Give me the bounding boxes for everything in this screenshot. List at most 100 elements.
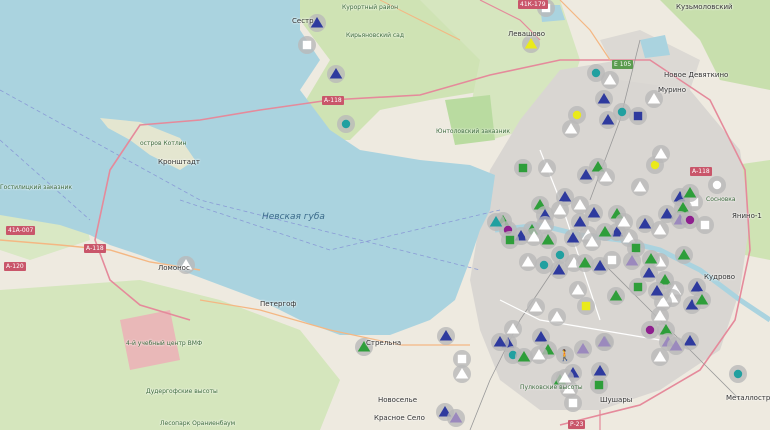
map-marker-white-circle[interactable]: [708, 176, 726, 194]
map-marker-green-triangle[interactable]: [607, 287, 625, 305]
place-label: Курортный район: [342, 4, 399, 11]
map-marker-white-square[interactable]: [564, 394, 582, 412]
place-label: Шушары: [600, 396, 633, 404]
map-marker-green-triangle[interactable]: [576, 254, 594, 272]
map-marker-white-triangle[interactable]: [631, 178, 649, 196]
square-icon: [633, 282, 643, 292]
place-label: Лесопарк Ораниенбаум: [160, 420, 236, 427]
person-icon: 🚶: [558, 349, 572, 362]
circle-icon: [591, 68, 601, 78]
map-marker-white-square[interactable]: [696, 216, 714, 234]
square-icon: [581, 301, 591, 311]
map-marker-green-triangle[interactable]: [596, 223, 614, 241]
map-marker-teal-triangle[interactable]: [487, 213, 505, 231]
place-label: Сестр: [292, 17, 314, 25]
map-marker-green-square[interactable]: [501, 231, 519, 249]
map-marker-white-triangle[interactable]: [615, 213, 633, 231]
map-canvas[interactable]: 🚶 Невская губа Сестр Курортный район Куз…: [0, 0, 770, 430]
map-marker-blue-triangle[interactable]: [599, 111, 617, 129]
map-marker-white-square[interactable]: [603, 251, 621, 269]
map-marker-lavender-triangle[interactable]: [447, 409, 465, 427]
place-label: Красное Село: [374, 414, 425, 422]
map-marker-green-triangle[interactable]: [675, 246, 693, 264]
square-icon: [700, 220, 710, 230]
map-marker-green-square[interactable]: [514, 159, 532, 177]
circle-icon: [733, 369, 743, 379]
map-marker-lavender-triangle[interactable]: [595, 333, 613, 351]
map-marker-lavender-triangle[interactable]: [667, 337, 685, 355]
map-marker-blue-triangle[interactable]: [327, 65, 345, 83]
square-icon: [457, 354, 467, 364]
circle-icon: [555, 250, 565, 260]
map-marker-white-person[interactable]: 🚶: [556, 346, 574, 364]
place-label: Дудергофские высоты: [146, 388, 218, 395]
map-marker-lavender-triangle[interactable]: [574, 340, 592, 358]
place-label: Ломонос: [158, 264, 190, 272]
map-marker-blue-square[interactable]: [629, 107, 647, 125]
square-icon: [633, 111, 643, 121]
place-label: Гостилицкий заказник: [0, 184, 72, 191]
map-marker-green-triangle[interactable]: [693, 291, 711, 309]
basemap: 🚶: [0, 0, 770, 430]
map-marker-white-triangle[interactable]: [601, 71, 619, 89]
place-label: Металлострой: [726, 394, 770, 402]
map-marker-white-triangle[interactable]: [453, 365, 471, 383]
road-shield: А-120: [4, 262, 26, 271]
map-marker-white-triangle[interactable]: [527, 298, 545, 316]
water-label: Невская губа: [262, 212, 325, 222]
map-marker-teal-circle[interactable]: [337, 115, 355, 133]
map-marker-white-triangle[interactable]: [530, 346, 548, 364]
map-marker-white-triangle[interactable]: [651, 221, 669, 239]
map-marker-purple-circle[interactable]: [641, 321, 659, 339]
map-marker-lavender-triangle[interactable]: [623, 252, 641, 270]
place-label: Стрельна: [366, 339, 402, 347]
road-shield: Р-23: [568, 420, 586, 429]
place-label: Левашово: [508, 30, 546, 38]
square-icon: [505, 235, 515, 245]
map-marker-white-square[interactable]: [298, 36, 316, 54]
map-marker-green-triangle[interactable]: [539, 231, 557, 249]
map-marker-green-square[interactable]: [590, 376, 608, 394]
map-marker-green-square[interactable]: [629, 278, 647, 296]
map-marker-teal-circle[interactable]: [729, 365, 747, 383]
place-label: Новое Девяткино: [664, 71, 729, 79]
circle-icon: [645, 325, 655, 335]
map-marker-yellow-square[interactable]: [577, 297, 595, 315]
circle-icon: [539, 260, 549, 270]
place-label: Новоселье: [378, 396, 418, 404]
map-marker-blue-triangle[interactable]: [648, 282, 666, 300]
place-label: Янино-1: [732, 212, 762, 220]
map-marker-white-triangle[interactable]: [519, 253, 537, 271]
map-marker-white-triangle[interactable]: [538, 159, 556, 177]
place-label: Мурино: [658, 86, 687, 94]
circle-icon: [341, 119, 351, 129]
place-label: Пулковские высоты: [520, 384, 583, 391]
place-label: 4-й учебный центр ВМФ: [126, 340, 203, 347]
square-icon: [518, 163, 528, 173]
map-marker-blue-triangle[interactable]: [571, 213, 589, 231]
road-shield: 41К-179: [518, 0, 548, 9]
map-marker-blue-triangle[interactable]: [437, 327, 455, 345]
circle-icon: [712, 180, 722, 190]
road-shield: А-118: [690, 167, 712, 176]
circle-icon: [685, 215, 695, 225]
road-shield: 41А-007: [6, 226, 36, 235]
map-marker-white-triangle[interactable]: [597, 168, 615, 186]
map-marker-white-triangle[interactable]: [652, 145, 670, 163]
place-label: Кронштадт: [158, 158, 200, 166]
place-label: Кузьмоловский: [676, 3, 733, 11]
map-marker-white-triangle[interactable]: [562, 120, 580, 138]
map-marker-white-triangle[interactable]: [569, 281, 587, 299]
map-marker-blue-triangle[interactable]: [564, 229, 582, 247]
square-icon: [302, 40, 312, 50]
map-marker-green-triangle[interactable]: [642, 250, 660, 268]
map-marker-white-triangle[interactable]: [548, 308, 566, 326]
place-label: Петергоф: [260, 300, 297, 308]
map-marker-blue-triangle[interactable]: [491, 333, 509, 351]
circle-icon: [572, 110, 582, 120]
map-marker-blue-triangle[interactable]: [595, 90, 613, 108]
map-marker-white-triangle[interactable]: [651, 348, 669, 366]
place-label: остров Котлин: [140, 140, 187, 147]
circle-icon: [617, 107, 627, 117]
place-label: Сосновка: [706, 196, 736, 203]
